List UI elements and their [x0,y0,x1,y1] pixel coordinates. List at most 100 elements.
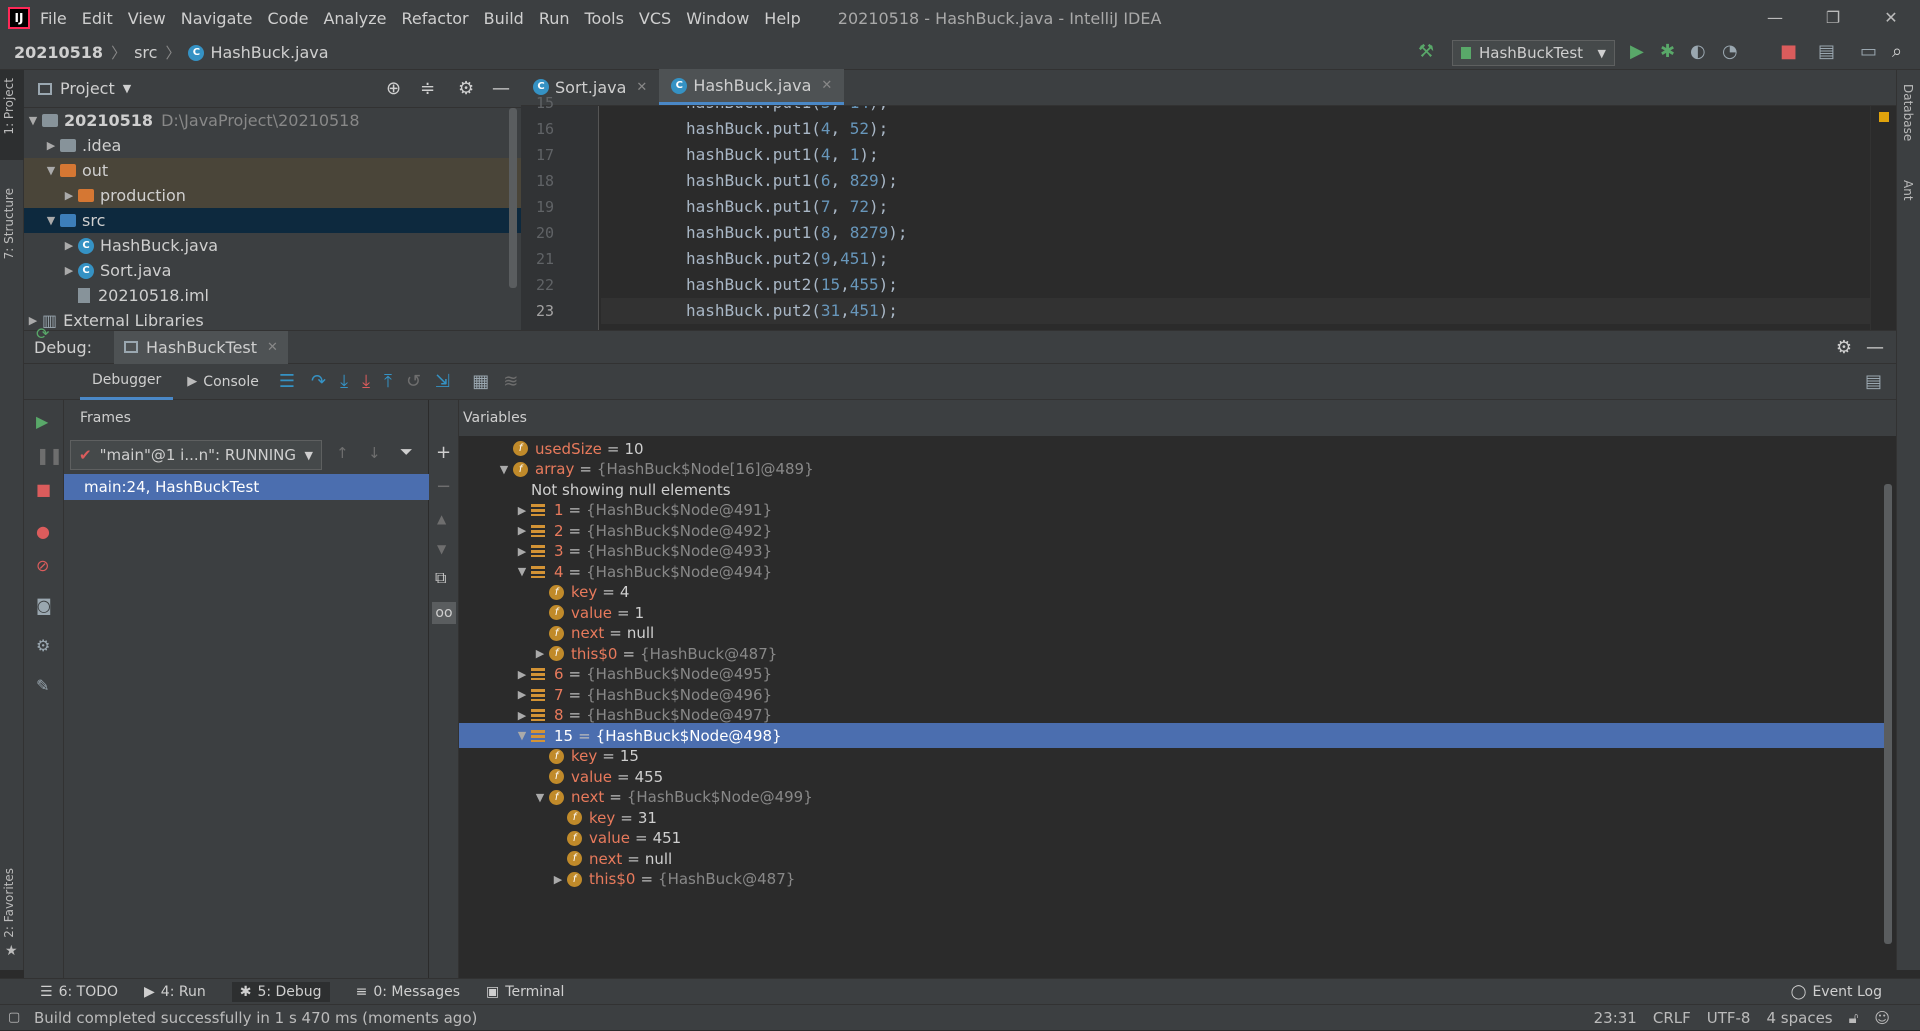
tree-item-sort[interactable]: ▶ C Sort.java [24,258,521,283]
gear-icon[interactable]: ⚙ [458,78,474,99]
stop-icon[interactable]: ■ [36,480,51,499]
build-hammer-icon[interactable]: ⚒ [1418,41,1434,62]
expand-arrow-icon[interactable]: ▶ [513,688,531,701]
expand-arrow-icon[interactable]: ▶ [513,504,531,517]
arrow-up-icon[interactable]: ↑ [336,444,349,462]
tree-item-hashbuck[interactable]: ▶ C HashBuck.java [24,233,521,258]
pause-icon[interactable]: ❚❚ [36,446,63,465]
close-tab-icon[interactable]: ✕ [267,340,278,355]
menu-analyze[interactable]: Analyze [323,9,386,28]
menu-navigate[interactable]: Navigate [181,9,253,28]
run-configuration-select[interactable]: HashBuckTest ▼ [1452,40,1615,66]
filter-icon[interactable]: ⏷ [400,442,413,462]
warning-marker-icon[interactable] [1879,112,1889,122]
coverage-icon[interactable]: ◐ [1690,41,1706,62]
menu-help[interactable]: Help [764,9,800,28]
frame-item-selected[interactable]: main:24, HashBuckTest [64,474,429,500]
menu-tools[interactable]: Tools [585,9,624,28]
mute-breakpoints-icon[interactable]: ⊘ [36,556,49,575]
code-line[interactable]: hashBuck.put2(9,451); [601,246,1896,272]
run-to-cursor-icon[interactable]: ⇲ [435,371,450,392]
code-line[interactable]: hashBuck.put2(15,455); [601,272,1896,298]
expand-arrow-icon[interactable]: ▶ [531,647,549,660]
code-line[interactable]: hashBuck.put1(8, 8279); [601,220,1896,246]
event-log-button[interactable]: ◯ Event Log [1791,984,1882,1000]
arrow-down-icon[interactable]: ↓ [368,444,381,462]
breadcrumb-folder[interactable]: src [134,43,157,62]
close-tab-icon[interactable]: ✕ [636,80,647,95]
restore-layout-icon[interactable]: ▤ [1865,371,1882,392]
gear-icon[interactable]: ⚙ [1836,337,1852,358]
inspector-icon[interactable]: ☺ [1874,1009,1890,1027]
menu-file[interactable]: File [40,9,67,28]
close-icon[interactable]: ✕ [1862,0,1920,36]
tab-todo[interactable]: ☰ 6: TODO [40,984,118,1000]
profile-icon[interactable]: ◔ [1722,41,1738,62]
trace-icon[interactable]: ≋ [503,371,518,392]
indent-setting[interactable]: 4 spaces [1766,1009,1832,1027]
tree-item-iml[interactable]: 20210518.iml [24,283,521,308]
chevron-down-icon[interactable]: ▼ [123,82,131,95]
close-tab-icon[interactable]: ✕ [821,78,832,93]
add-watch-icon[interactable]: + [436,442,451,463]
variable-row[interactable]: ▶ f this$0 = {HashBuck@487} [459,867,1891,892]
database-tool-label[interactable]: Database [1901,84,1915,141]
code-view[interactable]: hashBuck.put1(3, 14);hashBuck.put1(4, 52… [601,106,1896,330]
menu-build[interactable]: Build [484,9,524,28]
menu-run[interactable]: Run [539,9,570,28]
step-out-icon[interactable]: ⤒ [384,371,392,392]
hide-icon[interactable]: — [492,78,510,99]
tree-item-idea[interactable]: ▶ .idea [24,133,521,158]
breadcrumb-project[interactable]: 20210518 [14,43,103,62]
favorites-tool-label[interactable]: 2: Favorites [2,868,16,938]
copy-icon[interactable]: ⧉ [435,568,446,588]
resume-icon[interactable]: ▶ [36,412,48,431]
code-line[interactable]: hashBuck.put1(6, 829); [601,168,1896,194]
line-separator[interactable]: CRLF [1653,1009,1691,1027]
run-icon[interactable]: ▶ [1630,41,1644,62]
expand-arrow-icon[interactable]: ▶ [60,189,78,202]
project-tool-button[interactable]: 1: Project [0,70,24,160]
step-into-icon[interactable]: ⤓ [340,371,348,392]
move-up-icon[interactable]: ▲ [437,512,446,526]
tree-item-module[interactable]: ▼ 20210518 D:\JavaProject\20210518 [24,108,521,133]
thread-select[interactable]: ✔ "main"@1 i...n": RUNNING ▼ [70,440,322,470]
hide-icon[interactable]: — [1866,337,1884,358]
locate-icon[interactable]: ⊕ [386,78,401,99]
tree-item-src[interactable]: ▼ src [24,208,521,233]
stop-icon[interactable]: ■ [1780,41,1797,62]
tab-messages[interactable]: ≡ 0: Messages [356,984,460,1000]
pin-icon[interactable]: ✎ [36,676,49,695]
show-execution-point-icon[interactable]: ☰ [279,371,295,392]
expand-arrow-icon[interactable]: ▶ [513,545,531,558]
tab-hashbuck-java[interactable]: C HashBuck.java ✕ [659,69,845,105]
expand-arrow-icon[interactable]: ▶ [42,139,60,152]
expand-arrow-icon[interactable]: ▶ [513,668,531,681]
remove-watch-icon[interactable]: − [436,476,451,497]
tab-debugger[interactable]: Debugger [80,364,174,400]
debug-bug-icon[interactable]: ✱ [1660,41,1675,62]
project-structure-icon[interactable]: ▤ [1818,41,1835,62]
expand-arrow-icon[interactable]: ▶ [513,524,531,537]
step-over-icon[interactable]: ↷ [311,371,326,392]
collapse-arrow-icon[interactable]: ▼ [513,729,531,742]
project-panel-title[interactable]: Project [60,79,115,98]
gear-icon[interactable]: ⚙ [36,636,50,655]
code-line[interactable]: hashBuck.put2(31,451); [601,298,1896,324]
force-step-into-icon[interactable]: ⤓ [362,371,370,392]
expand-arrow-icon[interactable]: ▶ [60,239,78,252]
menu-view[interactable]: View [128,9,166,28]
layout-icon[interactable]: ▭ [1860,41,1877,62]
watches-glasses-icon[interactable]: oo [432,602,456,624]
expand-arrow-icon[interactable]: ▼ [24,114,42,127]
search-icon[interactable]: ⌕ [1892,41,1902,62]
move-down-icon[interactable]: ▼ [437,542,446,556]
code-line[interactable]: hashBuck.put1(7, 72); [601,194,1896,220]
menu-refactor[interactable]: Refactor [402,9,469,28]
tab-run[interactable]: ▶ 4: Run [144,984,206,1000]
lock-icon[interactable]: 🔓︎ [1849,1009,1859,1027]
collapse-arrow-icon[interactable]: ▼ [531,791,549,804]
evaluate-expression-icon[interactable]: ▦ [472,371,489,392]
expand-arrow-icon[interactable]: ▶ [60,264,78,277]
menu-vcs[interactable]: VCS [639,9,671,28]
